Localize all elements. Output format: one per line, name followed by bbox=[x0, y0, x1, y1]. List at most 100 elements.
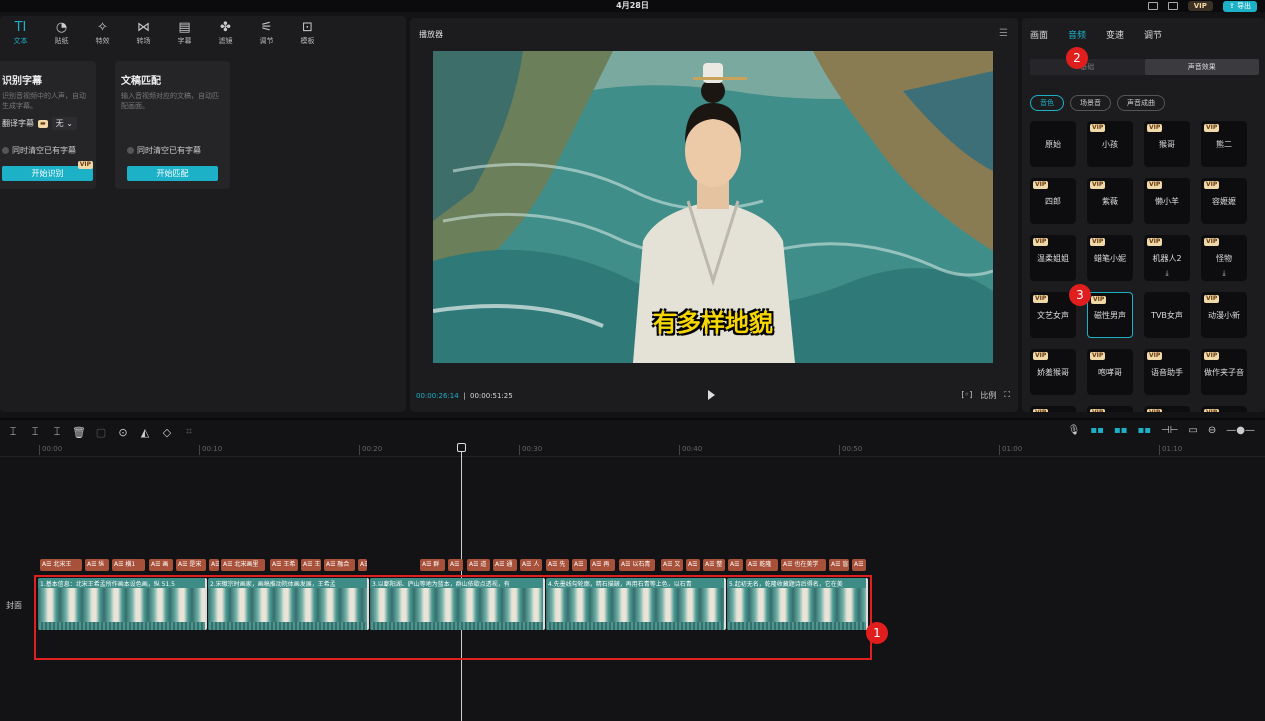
voice-effect-item[interactable]: VIP 动漫小新 bbox=[1201, 292, 1247, 338]
subtitle-clip[interactable]: A☰ bbox=[209, 559, 219, 571]
tool-0[interactable]: TI 文本 bbox=[0, 20, 41, 46]
play-icon[interactable] bbox=[708, 390, 715, 400]
split-icon[interactable]: ⌶ bbox=[4, 425, 22, 439]
segment-tab-1[interactable]: 声音效果 bbox=[1144, 59, 1259, 75]
subtitle-clip[interactable]: A☰ bbox=[686, 559, 700, 571]
voice-effect-item[interactable]: VIP 懒小羊 bbox=[1144, 178, 1190, 224]
tool-6[interactable]: ⚟ 调节 bbox=[246, 20, 287, 46]
voice-effect-item[interactable]: VIP 容嬷嬷 bbox=[1201, 178, 1247, 224]
subtitle-clip[interactable]: A☰ 横1 bbox=[112, 559, 145, 571]
split-right-icon[interactable]: ⌶ bbox=[48, 425, 66, 439]
voice-effect-item[interactable]: VIP 机器人2 ⤓ bbox=[1144, 235, 1190, 281]
subtitle-clip[interactable]: A☰ 以石青 bbox=[619, 559, 655, 571]
subtitle-clip[interactable]: A☰ bbox=[572, 559, 587, 571]
voice-effect-item[interactable]: 原始 bbox=[1030, 121, 1076, 167]
subtitle-icon[interactable]: ▭ bbox=[1188, 425, 1197, 436]
main-track-magnet-icon[interactable]: ▪▪ bbox=[1090, 425, 1104, 436]
subtitle-clip[interactable]: A☰ 融合 bbox=[324, 559, 355, 571]
subtitle-clip[interactable]: A☰ 北宋王 bbox=[40, 559, 82, 571]
voice-effect-item[interactable]: VIP bbox=[1144, 406, 1190, 412]
download-icon[interactable]: ⤓ bbox=[1201, 269, 1247, 278]
subtitle-clip[interactable]: A☰ 是宋 bbox=[176, 559, 206, 571]
layout-icon[interactable] bbox=[1147, 2, 1158, 10]
crop-icon[interactable]: ⌗ bbox=[180, 425, 198, 439]
subtitle-clip[interactable]: A☰ 先 bbox=[546, 559, 569, 571]
voice-effect-item[interactable]: VIP 咆哮哥 bbox=[1087, 349, 1133, 395]
subtitle-clip[interactable]: A☰ bbox=[728, 559, 743, 571]
split-left-icon[interactable]: ⌶ bbox=[26, 425, 44, 439]
delete-icon[interactable]: 🗑 bbox=[70, 426, 88, 439]
tab-1[interactable]: 音频 bbox=[1068, 28, 1086, 41]
download-icon[interactable]: ⤓ bbox=[1144, 269, 1190, 278]
voice-effect-item[interactable]: VIP 蜡笔小妮 bbox=[1087, 235, 1133, 281]
screen-icon[interactable] bbox=[1167, 2, 1178, 10]
tool-7[interactable]: ⊡ 模板 bbox=[287, 20, 328, 46]
auto-snap-icon[interactable]: ▪▪ bbox=[1114, 425, 1128, 436]
subtitle-clip[interactable]: A☰ 纵 bbox=[85, 559, 109, 571]
freeze-icon[interactable]: ▢ bbox=[92, 426, 110, 439]
clear-captions-checkbox[interactable]: 同时清空已有字幕 bbox=[2, 145, 76, 156]
tool-2[interactable]: ✧ 特效 bbox=[82, 20, 123, 46]
subtitle-clip[interactable]: A☰ 道 bbox=[467, 559, 490, 571]
zoom-slider[interactable]: —●— bbox=[1226, 425, 1255, 436]
ratio-button[interactable]: 比例 bbox=[980, 390, 996, 401]
export-button[interactable]: ⇪ 导出 bbox=[1222, 0, 1257, 12]
voice-effect-item[interactable]: VIP 温柔姐姐 bbox=[1030, 235, 1076, 281]
checkbox-icon[interactable] bbox=[2, 147, 9, 154]
video-preview[interactable]: 有多样地貌 bbox=[433, 51, 993, 363]
tab-3[interactable]: 调节 bbox=[1144, 28, 1162, 41]
subtitle-clip[interactable]: A☰ 群 bbox=[420, 559, 445, 571]
playhead-handle[interactable] bbox=[457, 443, 466, 452]
subtitle-clip[interactable]: A☰ 也在美学 bbox=[781, 559, 826, 571]
start-match-button[interactable]: 开始匹配 bbox=[127, 166, 218, 181]
voice-effect-item[interactable]: VIP 熊二 bbox=[1201, 121, 1247, 167]
pill-0[interactable]: 音色 bbox=[1030, 95, 1064, 111]
microphone-icon[interactable]: 🎙 bbox=[1068, 425, 1081, 436]
clear-captions-checkbox-2[interactable]: 同时清空已有字幕 bbox=[127, 145, 201, 156]
tab-2[interactable]: 变速 bbox=[1106, 28, 1124, 41]
subtitle-clip[interactable]: A☰ 整 bbox=[703, 559, 725, 571]
voice-effect-item[interactable]: VIP 紫薇 bbox=[1087, 178, 1133, 224]
voice-effect-item[interactable]: VIP 小孩 bbox=[1087, 121, 1133, 167]
focus-icon[interactable]: [◦] bbox=[961, 390, 972, 401]
subtitle-clip[interactable]: A☰ bbox=[448, 559, 463, 571]
fullscreen-icon[interactable]: ⛶ bbox=[1004, 390, 1010, 401]
cover-button[interactable]: 封面 bbox=[6, 600, 22, 611]
mirror-icon[interactable]: ◭ bbox=[136, 426, 154, 439]
pill-1[interactable]: 场景音 bbox=[1070, 95, 1111, 111]
voice-effect-item[interactable]: VIP bbox=[1087, 406, 1133, 412]
subtitle-clip[interactable]: A☰ 盲 bbox=[829, 559, 849, 571]
voice-effect-item[interactable]: VIP 语音助手 bbox=[1144, 349, 1190, 395]
subtitle-clip[interactable]: A☰ 又 bbox=[661, 559, 683, 571]
voice-effect-item[interactable]: VIP 做作夹子音 bbox=[1201, 349, 1247, 395]
time-ruler[interactable]: 00:00 00:10 00:20 00:30 00:40 00:50 01:00 01:10 bbox=[0, 443, 1265, 457]
subtitle-clip[interactable]: A☰ 人 bbox=[520, 559, 542, 571]
subtitle-clip[interactable]: A☰ 乾隆 bbox=[746, 559, 778, 571]
voice-effect-item[interactable]: VIP 磁性男声 bbox=[1087, 292, 1133, 338]
voice-effect-item[interactable]: TVB女声 bbox=[1144, 292, 1190, 338]
voice-effect-item[interactable]: VIP 四郎 bbox=[1030, 178, 1076, 224]
subtitle-clip[interactable]: A☰ bbox=[852, 559, 866, 571]
reverse-icon[interactable]: ⊙ bbox=[114, 426, 132, 439]
subtitle-clip[interactable]: A☰ 北宋画里 bbox=[221, 559, 265, 571]
tab-0[interactable]: 画面 bbox=[1030, 28, 1048, 41]
voice-effect-item[interactable]: VIP 娇羞猴哥 bbox=[1030, 349, 1076, 395]
checkbox-icon[interactable] bbox=[127, 147, 134, 154]
voice-effect-item[interactable]: VIP bbox=[1201, 406, 1247, 412]
preview-axis-icon[interactable]: ⊣⊢ bbox=[1161, 425, 1178, 436]
subtitle-clip[interactable]: A☰ 王希 bbox=[270, 559, 298, 571]
subtitle-clip[interactable]: A☰ 通 bbox=[493, 559, 517, 571]
pill-2[interactable]: 声音成曲 bbox=[1117, 95, 1165, 111]
rotate-icon[interactable]: ◇ bbox=[158, 426, 176, 439]
zoom-out-icon[interactable]: ⊖ bbox=[1208, 425, 1216, 436]
subtitle-clip[interactable]: A☰ 王 bbox=[301, 559, 321, 571]
voice-effect-item[interactable]: VIP 猴哥 bbox=[1144, 121, 1190, 167]
subtitle-clip[interactable]: A☰ 画 bbox=[149, 559, 173, 571]
tool-5[interactable]: ✤ 滤镜 bbox=[205, 20, 246, 46]
translate-select[interactable]: 无 ⌄ bbox=[51, 117, 77, 130]
voice-effect-item[interactable]: VIP 怪物 ⤓ bbox=[1201, 235, 1247, 281]
vip-button[interactable]: VIP bbox=[1187, 1, 1213, 11]
subtitle-clip[interactable]: A☰ 再 bbox=[590, 559, 615, 571]
subtitle-clip[interactable]: A☰ bbox=[358, 559, 367, 571]
start-recognize-button[interactable]: 开始识别 VIP bbox=[2, 161, 93, 181]
